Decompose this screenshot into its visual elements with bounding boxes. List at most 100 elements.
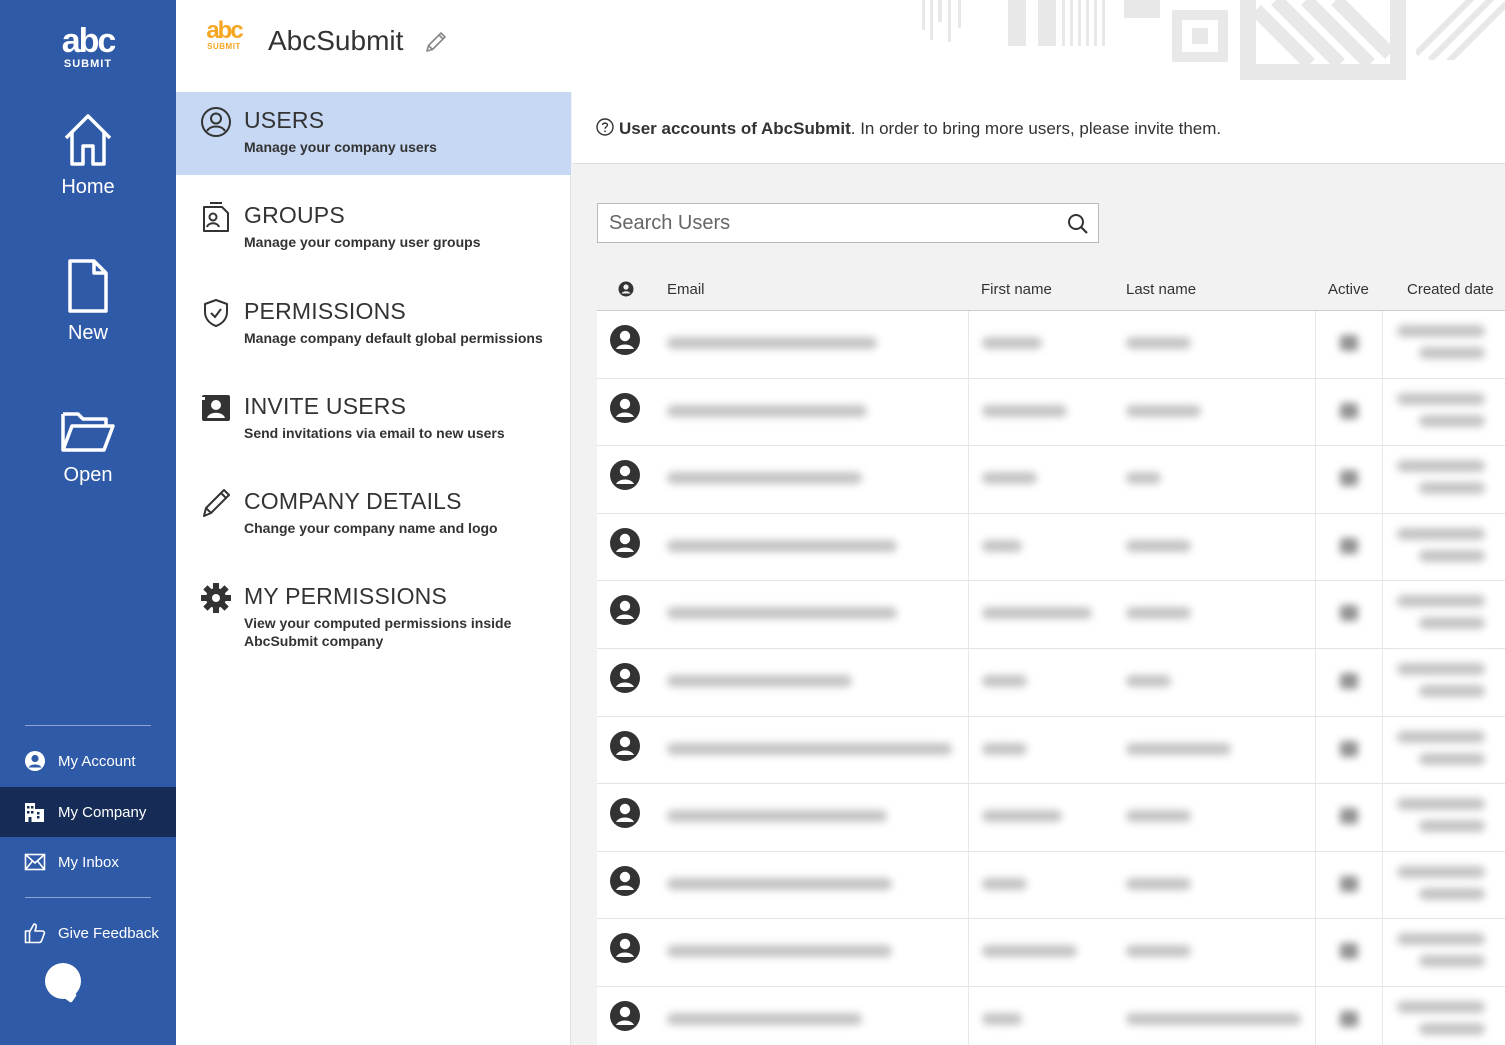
redacted-active-toggle (1340, 875, 1358, 892)
last-name-cell (1113, 311, 1315, 378)
table-row[interactable] (597, 986, 1505, 1045)
column-header-active[interactable]: Active (1328, 281, 1369, 298)
redacted-created-time (1419, 820, 1485, 833)
first-name-cell (968, 919, 1113, 986)
created-date-cell (1382, 986, 1505, 1045)
first-name-cell (968, 513, 1113, 581)
redacted-last-name (1126, 539, 1191, 552)
first-name-cell (968, 648, 1113, 716)
search-input[interactable] (598, 204, 1058, 242)
table-row[interactable] (597, 648, 1505, 717)
logo-glyph: abc (61, 22, 117, 60)
column-header-created-date[interactable]: Created date (1407, 281, 1494, 298)
first-name-cell (968, 784, 1113, 851)
first-name-cell (968, 581, 1113, 648)
home-button[interactable]: Home (0, 112, 176, 199)
pencil-icon (203, 489, 230, 517)
table-row[interactable] (597, 784, 1505, 852)
active-cell (1315, 851, 1382, 919)
last-name-cell (1113, 379, 1315, 446)
my-inbox-label: My Inbox (58, 853, 119, 871)
thumbs-up-icon (24, 923, 46, 944)
redacted-last-name (1126, 810, 1191, 823)
redacted-email (667, 472, 862, 485)
table-row[interactable] (597, 513, 1505, 582)
user-avatar-icon (610, 325, 640, 355)
give-feedback-link[interactable]: Give Feedback (0, 908, 176, 958)
subnav-item-users[interactable]: USERS Manage your company users (176, 92, 571, 175)
user-avatar-icon (610, 527, 640, 558)
created-date-cell (1382, 378, 1505, 446)
my-company-link[interactable]: My Company (0, 787, 176, 837)
redacted-last-name (1126, 945, 1191, 958)
active-cell (1315, 581, 1382, 648)
table-row[interactable] (597, 581, 1505, 649)
open-button[interactable]: Open (0, 408, 176, 487)
table-row[interactable] (597, 851, 1505, 920)
home-label: Home (61, 176, 115, 198)
redacted-last-name (1126, 674, 1171, 687)
user-avatar-icon (610, 662, 640, 693)
column-header-last-name[interactable]: Last name (1126, 281, 1196, 298)
table-row[interactable] (597, 716, 1505, 785)
redacted-active-toggle (1340, 470, 1358, 487)
help-circle-icon (596, 118, 614, 136)
subnav-item-company-details[interactable]: COMPANY DETAILS Change your company name… (176, 473, 571, 556)
subnav-description: View your computed permissions inside Ab… (244, 615, 512, 649)
table-row[interactable] (597, 311, 1505, 379)
chat-bubble-icon[interactable] (45, 963, 81, 999)
redacted-created-date (1397, 527, 1485, 540)
first-name-cell (968, 716, 1113, 784)
table-row[interactable] (597, 378, 1505, 447)
new-button[interactable]: New (0, 258, 176, 345)
home-icon (64, 114, 112, 166)
subnav-description: Change your company name and logo (244, 520, 498, 536)
subnav-item-invite-users[interactable]: INVITE USERS Send invitations via email … (176, 378, 571, 461)
redacted-first-name (982, 810, 1062, 823)
info-bar: User accounts of AbcSubmit. In order to … (572, 92, 1505, 164)
created-date-cell (1382, 581, 1505, 648)
column-header-first-name[interactable]: First name (981, 281, 1052, 298)
redacted-first-name (982, 404, 1067, 417)
column-header-email[interactable]: Email (667, 281, 705, 298)
active-cell (1315, 648, 1382, 716)
subnav-item-my-permissions[interactable]: MY PERMISSIONS View your computed permis… (176, 568, 571, 668)
open-label: Open (63, 464, 113, 486)
app-logo[interactable]: abc SUBMIT (0, 22, 176, 70)
redacted-first-name (982, 674, 1027, 687)
search-box (597, 203, 1099, 243)
active-cell (1315, 716, 1382, 784)
edit-pencil-icon[interactable] (424, 30, 448, 54)
subnav-title: GROUPS (244, 202, 345, 228)
redacted-first-name (982, 742, 1027, 755)
last-name-cell (1113, 581, 1315, 648)
redacted-created-time (1419, 752, 1485, 765)
subnav-item-groups[interactable]: GROUPS Manage your company user groups (176, 187, 571, 270)
created-date-cell (1382, 851, 1505, 919)
redacted-active-toggle (1340, 335, 1358, 351)
subnav-title: COMPANY DETAILS (244, 488, 462, 514)
redacted-first-name (982, 607, 1092, 620)
active-cell (1315, 919, 1382, 986)
table-row[interactable] (597, 919, 1505, 987)
redacted-active-toggle (1340, 672, 1358, 689)
redacted-first-name (982, 337, 1042, 349)
my-account-link[interactable]: My Account (0, 736, 176, 786)
redacted-created-date (1397, 595, 1485, 608)
search-icon[interactable] (1067, 213, 1089, 235)
redacted-email (667, 674, 852, 687)
table-row[interactable] (597, 446, 1505, 514)
subnav-description: Manage company default global permission… (244, 330, 543, 346)
account-icon (25, 751, 45, 771)
subnav-item-permissions[interactable]: PERMISSIONS Manage company default globa… (176, 283, 571, 366)
info-text-bold: User accounts of AbcSubmit (619, 119, 851, 138)
redacted-created-time (1419, 549, 1485, 562)
redacted-created-date (1397, 662, 1485, 675)
created-date-cell (1382, 513, 1505, 581)
my-inbox-link[interactable]: My Inbox (0, 837, 176, 887)
first-name-cell (968, 851, 1113, 919)
created-date-cell (1382, 919, 1505, 986)
left-rail: abc SUBMIT Home New Open My Account My C… (0, 0, 176, 1045)
redacted-email (667, 742, 952, 755)
subnav-description: Manage your company user groups (244, 234, 481, 250)
